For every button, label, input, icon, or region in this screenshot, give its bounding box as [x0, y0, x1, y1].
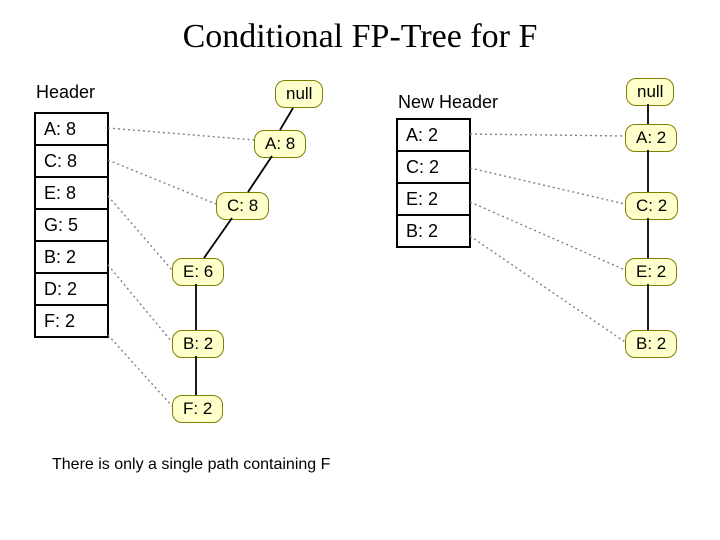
left-node-a8: A: 8 [254, 130, 306, 158]
left-row-d: D: 2 [35, 273, 108, 305]
right-node-null: null [626, 78, 674, 106]
left-row-g: G: 5 [35, 209, 108, 241]
right-link-b [470, 236, 625, 342]
left-node-c8: C: 8 [216, 192, 269, 220]
left-header-table: A: 8 C: 8 E: 8 G: 5 B: 2 D: 2 F: 2 [34, 112, 109, 338]
right-row-b: B: 2 [397, 215, 470, 247]
left-link-e [108, 196, 172, 270]
left-row-a: A: 8 [35, 113, 108, 145]
right-node-b2: B: 2 [625, 330, 677, 358]
left-edge-a-c [248, 156, 272, 192]
right-link-e [470, 202, 625, 270]
left-edge-c-e [204, 218, 232, 258]
right-row-c: C: 2 [397, 151, 470, 183]
left-link-f [108, 335, 172, 406]
right-link-c [470, 168, 625, 204]
left-row-f: F: 2 [35, 305, 108, 337]
left-row-b: B: 2 [35, 241, 108, 273]
right-node-c2: C: 2 [625, 192, 678, 220]
left-link-a [108, 128, 254, 140]
left-node-null: null [275, 80, 323, 108]
right-node-e2: E: 2 [625, 258, 677, 286]
left-link-b [108, 265, 172, 342]
right-header-label: New Header [398, 92, 498, 113]
left-header-label: Header [36, 82, 95, 103]
left-row-c: C: 8 [35, 145, 108, 177]
right-row-a: A: 2 [397, 119, 470, 151]
left-link-c [108, 160, 216, 204]
left-edge-null-a [280, 108, 293, 130]
page-title: Conditional FP-Tree for F [0, 18, 720, 56]
left-node-e6: E: 6 [172, 258, 224, 286]
caption: There is only a single path containing F [52, 456, 330, 474]
left-row-e: E: 8 [35, 177, 108, 209]
left-node-f2: F: 2 [172, 395, 223, 423]
right-link-a [470, 134, 625, 136]
right-header-table: A: 2 C: 2 E: 2 B: 2 [396, 118, 471, 248]
left-node-b2: B: 2 [172, 330, 224, 358]
right-node-a2: A: 2 [625, 124, 677, 152]
right-row-e: E: 2 [397, 183, 470, 215]
